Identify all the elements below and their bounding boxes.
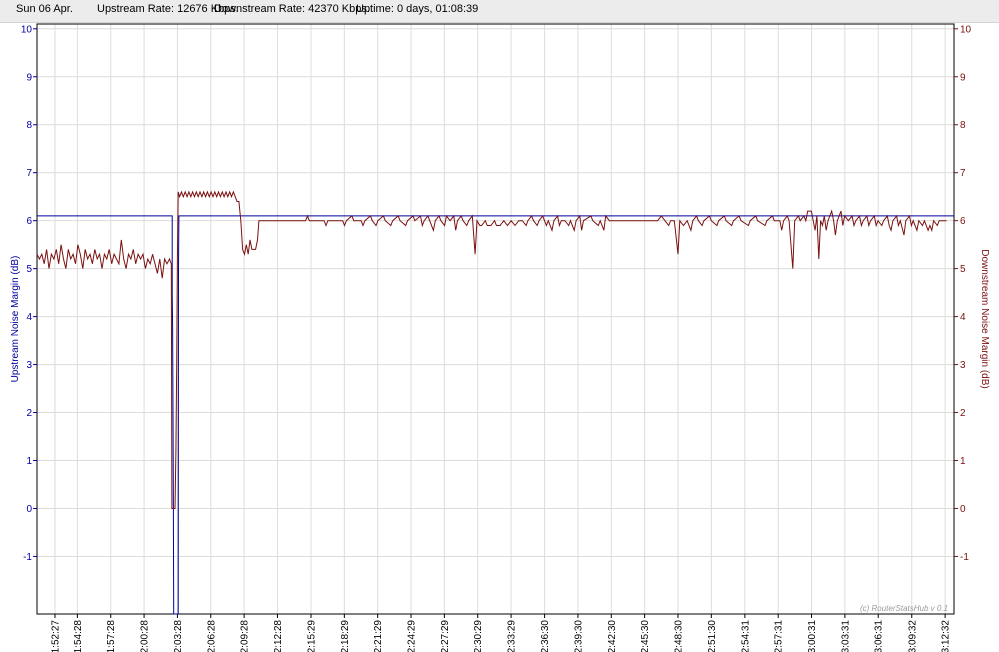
right-y-axis: 109876543210-1 bbox=[954, 24, 972, 563]
x-tick-label: 01:57:28 bbox=[106, 620, 117, 652]
y-tick-label-right: 7 bbox=[960, 168, 966, 179]
y-tick-label-right: 1 bbox=[960, 456, 966, 467]
x-tick-label: 03:06:31 bbox=[874, 620, 885, 652]
y-tick-label-right: 4 bbox=[960, 312, 966, 323]
watermark-text: (c) RouterStatsHub v 0.1 bbox=[860, 604, 948, 613]
x-tick-label: 02:27:29 bbox=[440, 620, 451, 652]
x-tick-label: 02:00:28 bbox=[140, 620, 151, 652]
x-tick-label: 02:30:29 bbox=[473, 620, 484, 652]
x-tick-label: 02:09:28 bbox=[240, 620, 251, 652]
y-tick-label-left: 1 bbox=[26, 456, 32, 467]
x-tick-label: 02:18:29 bbox=[340, 620, 351, 652]
y-tick-label-right: -1 bbox=[960, 552, 969, 563]
x-tick-label: 02:06:28 bbox=[206, 620, 217, 652]
x-tick-label: 02:15:29 bbox=[306, 620, 317, 652]
x-tick-label: 02:39:30 bbox=[573, 620, 584, 652]
plot-frame bbox=[36, 23, 955, 615]
y-tick-label-left: 0 bbox=[26, 504, 32, 515]
y-tick-label-left: 10 bbox=[21, 24, 33, 35]
y-tick-label-left: 6 bbox=[26, 216, 32, 227]
upstream-noise-margin-line bbox=[37, 215, 954, 615]
x-tick-label: 02:48:30 bbox=[673, 620, 684, 652]
series bbox=[36, 190, 954, 615]
y-tick-label-right: 5 bbox=[960, 264, 966, 275]
x-tick-label: 03:00:31 bbox=[807, 620, 818, 652]
x-tick-label: 01:52:27 bbox=[50, 620, 61, 652]
y-tick-label-left: 9 bbox=[26, 72, 32, 83]
x-axis: 01:52:27 01:54:28 01:57:28 02:00:28 02:03:28… bbox=[50, 614, 952, 652]
x-tick-label: 02:45:30 bbox=[640, 620, 651, 652]
x-tick-label: 02:57:31 bbox=[774, 620, 785, 652]
x-tick-label: 02:12:28 bbox=[273, 620, 284, 652]
x-tick-label: 03:12:32 bbox=[941, 620, 952, 652]
y-axis-title-right: Downstream Noise Margin (dB) bbox=[979, 249, 990, 389]
y-tick-label-right: 0 bbox=[960, 504, 966, 515]
x-tick-label: 02:03:28 bbox=[173, 620, 184, 652]
x-tick-label: 02:33:29 bbox=[507, 620, 518, 652]
y-tick-label-left: 4 bbox=[26, 312, 32, 323]
y-tick-label-right: 3 bbox=[960, 360, 966, 371]
y-tick-label-left: -1 bbox=[23, 552, 32, 563]
y-tick-label-left: 8 bbox=[26, 120, 32, 131]
x-tick-label: 02:42:30 bbox=[607, 620, 618, 652]
y-tick-label-left: 3 bbox=[26, 360, 32, 371]
left-y-axis: 109876543210-1 bbox=[21, 24, 37, 563]
x-tick-label: 03:09:32 bbox=[907, 620, 918, 652]
x-tick-label: 02:51:30 bbox=[707, 620, 718, 652]
x-tick-label: 02:36:30 bbox=[540, 620, 551, 652]
y-tick-label-left: 2 bbox=[26, 408, 32, 419]
y-tick-label-right: 8 bbox=[960, 120, 966, 131]
grid bbox=[37, 24, 954, 614]
x-tick-label: 02:21:29 bbox=[373, 620, 384, 652]
x-tick-label: 02:24:29 bbox=[407, 620, 418, 652]
y-tick-label-left: 5 bbox=[26, 264, 32, 275]
x-tick-label: 03:03:31 bbox=[840, 620, 851, 652]
y-tick-label-left: 7 bbox=[26, 168, 32, 179]
y-tick-label-right: 9 bbox=[960, 72, 966, 83]
y-tick-label-right: 2 bbox=[960, 408, 966, 419]
x-tick-label: 02:54:31 bbox=[740, 620, 751, 652]
x-tick-label: 01:54:28 bbox=[73, 620, 84, 652]
y-tick-label-right: 6 bbox=[960, 216, 966, 227]
y-axis-title-left: Upstream Noise Margin (dB) bbox=[10, 256, 21, 383]
noise-margin-chart: 109876543210-1 109876543210-1 01:52:27 01… bbox=[10, 23, 990, 652]
y-tick-label-right: 10 bbox=[960, 24, 972, 35]
